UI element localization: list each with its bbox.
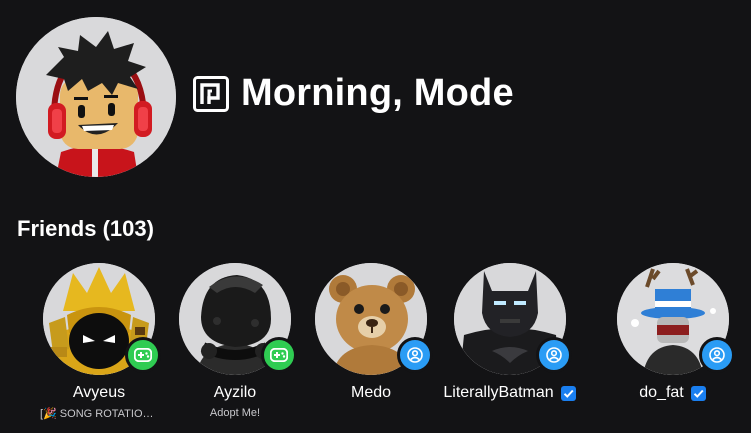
display-name: Morning, Mode: [241, 72, 514, 114]
friend-name-text: LiterallyBatman: [443, 384, 554, 401]
friend-tile-medo[interactable]: Medo: [301, 263, 441, 407]
online-status-icon: [536, 337, 572, 373]
friend-avatar[interactable]: [617, 263, 735, 375]
friend-name[interactable]: Avyeus: [29, 383, 169, 403]
friend-name-text: do_fat: [639, 384, 684, 401]
friend-name-text: Ayzilo: [213, 384, 257, 401]
friend-tile-literallybatman[interactable]: LiterallyBatman: [440, 263, 580, 407]
verified-badge-icon: [690, 385, 706, 401]
profile-avatar[interactable]: [16, 17, 176, 177]
in-game-status-icon: [125, 337, 161, 373]
online-status-icon: [699, 337, 735, 373]
premium-icon: [193, 75, 229, 112]
friend-name-text: Avyeus: [72, 384, 126, 401]
friend-avatar[interactable]: [454, 263, 572, 375]
friend-tile-do-fat[interactable]: do_fat: [603, 263, 743, 407]
friend-status[interactable]: Adopt Me!: [176, 407, 294, 419]
friend-name[interactable]: Medo: [301, 383, 441, 403]
friend-tile-avyeus[interactable]: Avyeus [🎉 SONG ROTATION...: [29, 263, 169, 420]
friend-name[interactable]: do_fat: [603, 383, 743, 403]
friend-avatar[interactable]: [43, 263, 161, 375]
verified-badge-icon: [560, 385, 576, 401]
friend-avatar[interactable]: [315, 263, 433, 375]
friend-name[interactable]: Ayzilo: [165, 383, 305, 403]
online-status-icon: [397, 337, 433, 373]
friend-name[interactable]: LiterallyBatman: [440, 383, 580, 403]
friend-avatar[interactable]: [179, 263, 297, 375]
friend-tile-ayzilo[interactable]: Ayzilo Adopt Me!: [165, 263, 305, 419]
profile-header: Morning, Mode: [193, 72, 514, 115]
friends-heading[interactable]: Friends (103): [17, 216, 154, 242]
friend-status[interactable]: [🎉 SONG ROTATION...: [40, 407, 158, 420]
in-game-status-icon: [261, 337, 297, 373]
friend-name-text: Medo: [350, 384, 392, 401]
profile-avatar-image: [16, 17, 176, 177]
